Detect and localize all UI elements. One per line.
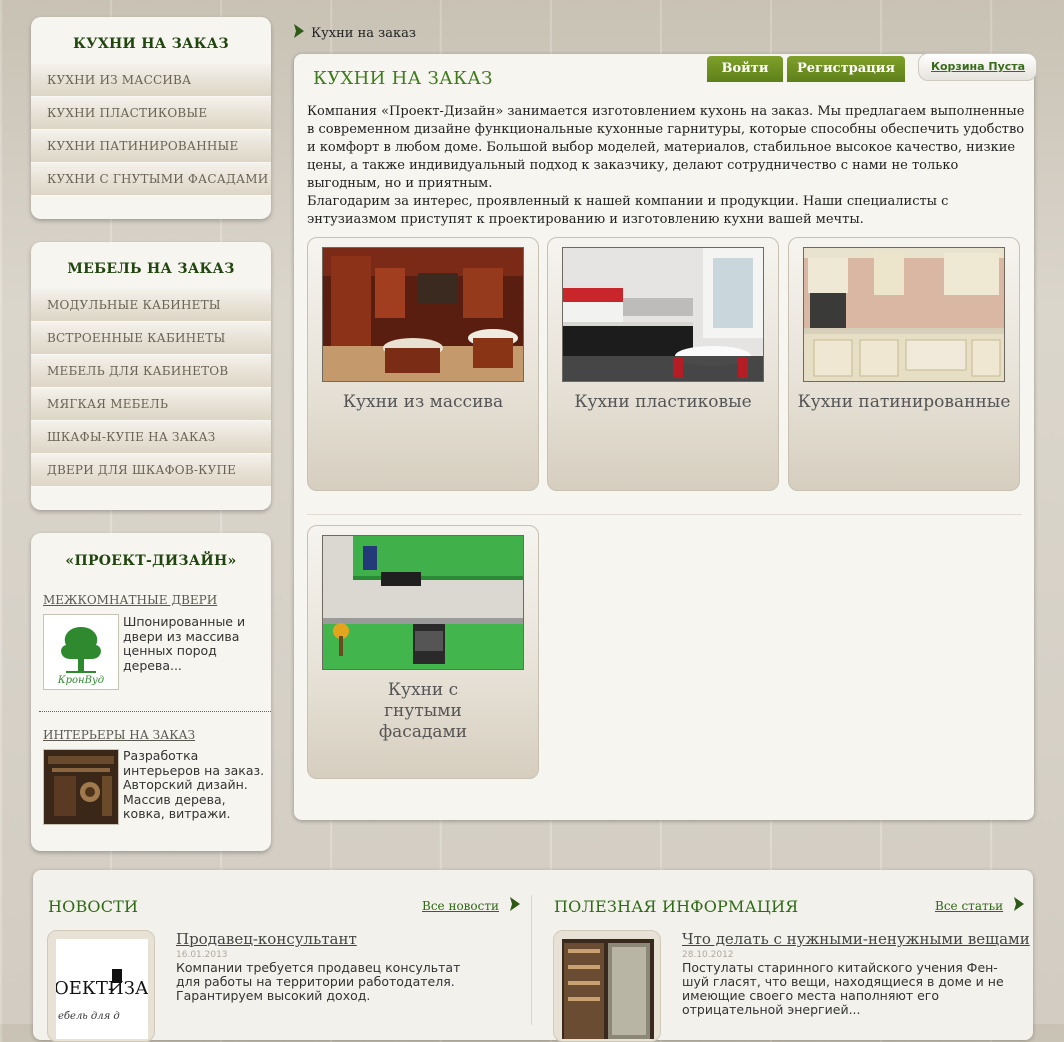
- login-button[interactable]: Войти: [707, 56, 783, 82]
- sidebar-furniture-box: МЕБЕЛЬ НА ЗАКАЗ МОДУЛЬНЫЕ КАБИНЕТЫ ВСТРО…: [31, 242, 271, 510]
- kronwood-logo[interactable]: КронВуд: [43, 614, 119, 690]
- kitchen-plastic-image[interactable]: [562, 247, 764, 382]
- news-thumbnail[interactable]: ОЕКТ- ИЗА ебель для д: [47, 930, 155, 1042]
- sidebar-kitchens-box: КУХНИ НА ЗАКАЗ КУХНИ ИЗ МАССИВА КУХНИ ПЛ…: [31, 17, 271, 219]
- sidebar-kitchens-title: КУХНИ НА ЗАКАЗ: [73, 36, 229, 52]
- news-logo-text-3: ебель для д: [58, 1011, 120, 1022]
- sidebar-item-built-in-cabinets[interactable]: ВСТРОЕННЫЕ КАБИНЕТЫ: [31, 322, 271, 355]
- card-kitchens-plastic-caption[interactable]: Кухни пластиковые: [548, 392, 778, 413]
- breadcrumb: Кухни на заказ: [292, 22, 416, 43]
- all-articles-link[interactable]: Все статьи: [935, 895, 1026, 916]
- interiors-thumbnail[interactable]: [43, 749, 119, 825]
- promo-interiors-text: Разработка интерьеров на заказ. Авторски…: [123, 748, 265, 821]
- useful-info-title: ПОЛЕЗНАЯ ИНФОРМАЦИЯ: [554, 897, 799, 916]
- intro-text: Компания «Проект-Дизайн» занимается изго…: [307, 103, 1027, 229]
- article-item-text: Постулаты старинного китайского учения Ф…: [682, 960, 1004, 1017]
- promo-interiors-link[interactable]: ИНТЕРЬЕРЫ НА ЗАКАЗ: [43, 728, 195, 742]
- breadcrumb-current: Кухни на заказ: [311, 26, 416, 41]
- all-news-link[interactable]: Все новости: [422, 895, 522, 916]
- breadcrumb-arrow-icon: [292, 23, 306, 43]
- card-kitchens-plastic[interactable]: Кухни пластиковые: [547, 237, 779, 491]
- news-column-divider: [531, 895, 532, 1025]
- card-kitchens-curved[interactable]: Кухни с гнутыми фасадами: [307, 525, 539, 779]
- sidebar-promo-title: «ПРОЕКТ-ДИЗАЙН»: [65, 553, 237, 569]
- sidebar-item-kitchens-patina[interactable]: КУХНИ ПАТИНИРОВАННЫЕ: [31, 130, 271, 163]
- sidebar-item-wardrobe-doors[interactable]: ДВЕРИ ДЛЯ ШКАФОВ-КУПЕ: [31, 454, 271, 487]
- card-kitchens-solid[interactable]: Кухни из массива: [307, 237, 539, 491]
- all-articles-label[interactable]: Все статьи: [935, 899, 1003, 913]
- news-item-title[interactable]: Продавец-консультант: [176, 930, 357, 948]
- register-button[interactable]: Регистрация: [787, 56, 905, 82]
- kronwood-logo-text: КронВуд: [57, 675, 104, 686]
- intro-paragraph-2: Благодарим за интерес, проявленный к наш…: [307, 194, 949, 227]
- sidebar-item-office-furniture[interactable]: МЕБЕЛЬ ДЛЯ КАБИНЕТОВ: [31, 355, 271, 388]
- sidebar-item-upholstered[interactable]: МЯГКАЯ МЕБЕЛЬ: [31, 388, 271, 421]
- article-item-title[interactable]: Что делать с нужными-ненужными вещами: [682, 930, 1030, 948]
- arrow-right-icon: [508, 896, 522, 916]
- all-news-label[interactable]: Все новости: [422, 899, 499, 913]
- sidebar-item-kitchens-plastic[interactable]: КУХНИ ПЛАСТИКОВЫЕ: [31, 97, 271, 130]
- kitchen-patina-image[interactable]: [803, 247, 1005, 382]
- article-item-date: 28.10.2012: [682, 950, 734, 960]
- sidebar-item-modular-cabinets[interactable]: МОДУЛЬНЫЕ КАБИНЕТЫ: [31, 289, 271, 322]
- page-title: КУХНИ НА ЗАКАЗ: [313, 68, 493, 89]
- cards-divider: [307, 514, 1022, 515]
- sidebar-item-kitchens-curved[interactable]: КУХНИ С ГНУТЫМИ ФАСАДАМИ: [31, 163, 271, 196]
- sidebar-item-kitchens-solid[interactable]: КУХНИ ИЗ МАССИВА: [31, 64, 271, 97]
- promo-divider: [39, 711, 271, 712]
- kitchen-solid-image[interactable]: [322, 247, 524, 382]
- cart-link[interactable]: Корзина Пуста: [918, 53, 1037, 81]
- news-logo-text-1: ОЕКТ-: [56, 978, 114, 999]
- news-title: НОВОСТИ: [48, 897, 139, 916]
- arrow-right-icon: [1012, 896, 1026, 916]
- card-kitchens-patina-caption[interactable]: Кухни патинированные: [789, 392, 1019, 413]
- card-kitchens-patina[interactable]: Кухни патинированные: [788, 237, 1020, 491]
- promo-doors-text: Шпонированные и двери из массива ценных …: [123, 614, 246, 673]
- sidebar-item-wardrobes[interactable]: ШКАФЫ-КУПЕ НА ЗАКАЗ: [31, 421, 271, 454]
- sidebar-furniture-title: МЕБЕЛЬ НА ЗАКАЗ: [67, 261, 235, 277]
- intro-paragraph-1: Компания «Проект-Дизайн» занимается изго…: [307, 104, 1025, 191]
- promo-doors-link[interactable]: МЕЖКОМНАТНЫЕ ДВЕРИ: [43, 593, 217, 607]
- article-thumbnail[interactable]: [553, 930, 661, 1042]
- news-item-text: Компании требуется продавец консультат д…: [176, 960, 461, 1003]
- card-kitchens-solid-caption[interactable]: Кухни из массива: [308, 392, 538, 413]
- news-item-date: 16.01.2013: [176, 950, 228, 960]
- sidebar-promo-box: «ПРОЕКТ-ДИЗАЙН» МЕЖКОМНАТНЫЕ ДВЕРИ КронВ…: [31, 533, 271, 851]
- kitchen-curved-image[interactable]: [322, 535, 524, 670]
- card-kitchens-curved-caption[interactable]: Кухни с гнутыми фасадами: [308, 680, 538, 743]
